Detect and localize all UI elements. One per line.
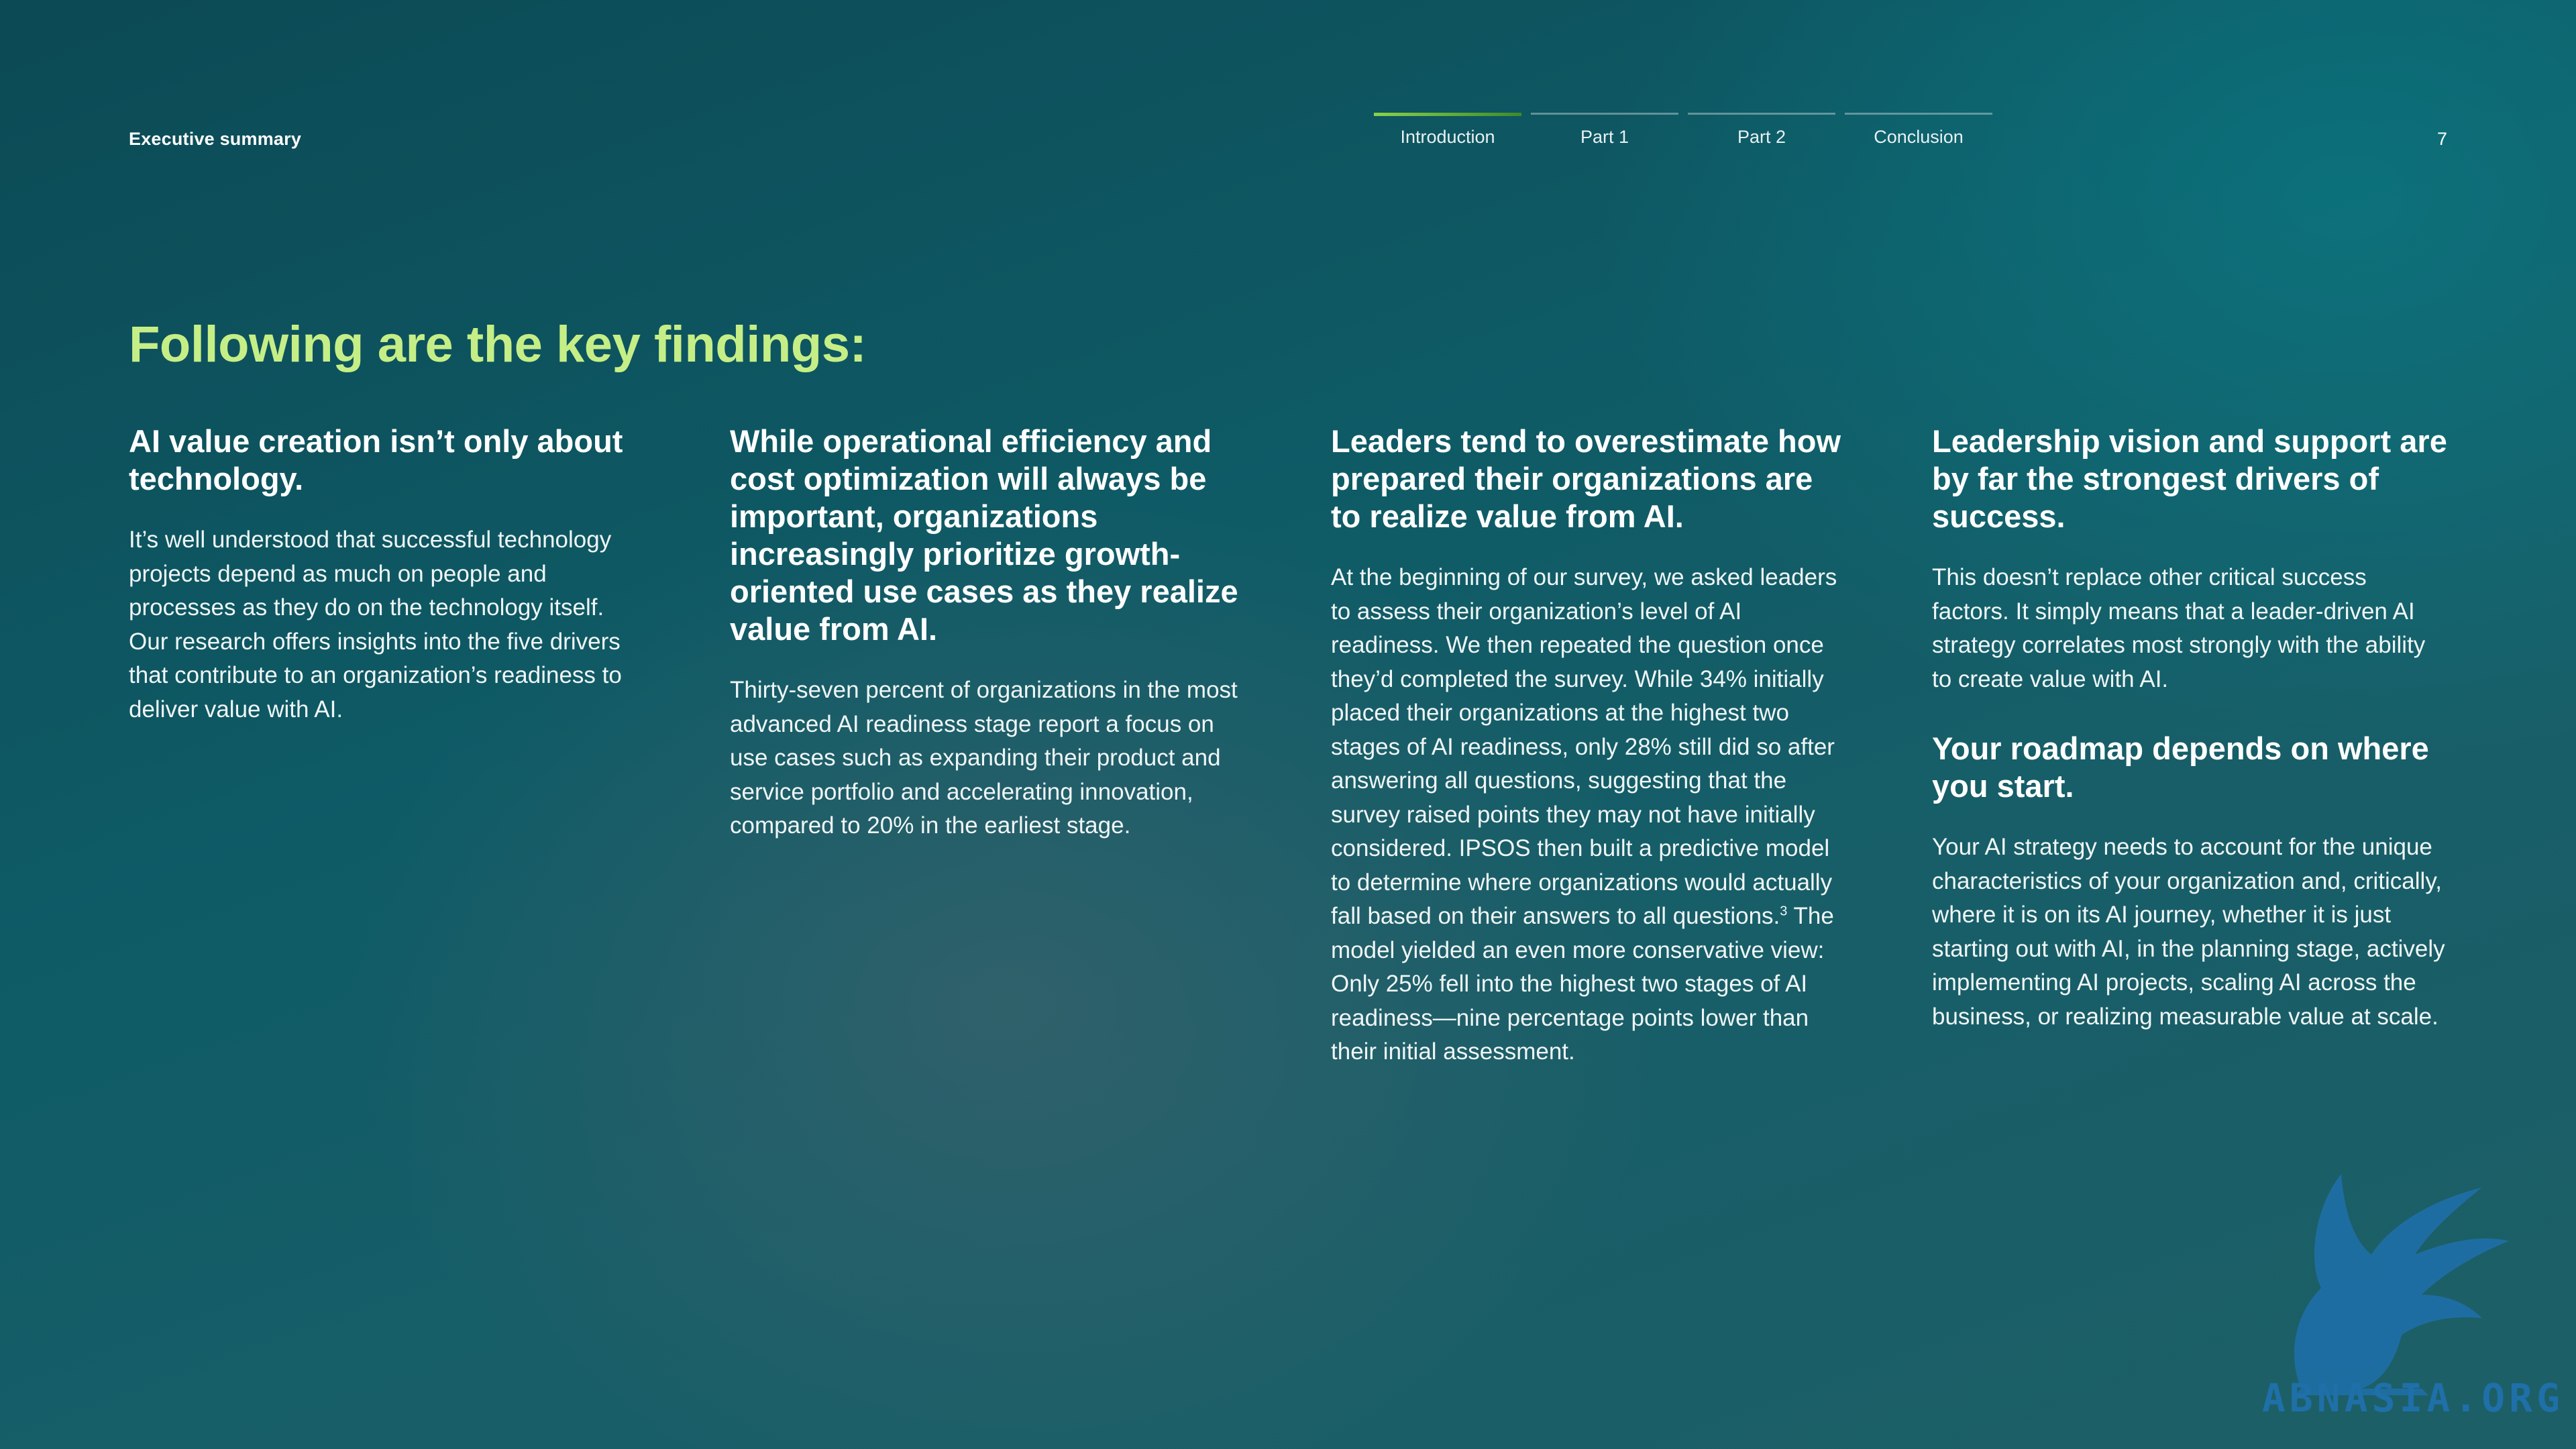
section-nav: Introduction Part 1 Part 2 Conclusion [1374, 113, 1992, 148]
finding-column-3: Leaders tend to overestimate how prepare… [1331, 423, 1847, 1069]
finding-body-part-1: At the beginning of our survey, we asked… [1331, 564, 1837, 929]
watermark-text: ABNASIA.ORG [2261, 1375, 2564, 1421]
finding-column-2: While operational efficiency and cost op… [730, 423, 1246, 843]
finding-heading: Leadership vision and support are by far… [1932, 423, 2447, 534]
finding-heading: Leaders tend to overestimate how prepare… [1331, 423, 1841, 534]
page-number: 7 [2436, 129, 2447, 149]
tab-part-2[interactable]: Part 2 [1688, 113, 1835, 148]
finding-heading: AI value creation isn’t only about techn… [129, 423, 623, 496]
finding-body: At the beginning of our survey, we asked… [1331, 561, 1847, 1069]
tab-conclusion[interactable]: Conclusion [1845, 113, 1992, 148]
finding-body: This doesn’t replace other critical succ… [1932, 564, 2426, 692]
finding-heading: While operational efficiency and cost op… [730, 423, 1238, 647]
page-title: Following are the key findings: [129, 316, 867, 373]
finding-body: It’s well understood that successful tec… [129, 527, 622, 722]
section-label: Executive summary [129, 129, 302, 149]
griffin-logo-icon [2294, 1174, 2509, 1395]
finding-column-4: Leadership vision and support are by far… [1932, 423, 2449, 1034]
finding-body: Thirty-seven percent of organizations in… [730, 677, 1238, 839]
roadmap-heading: Your roadmap depends on where you start. [1932, 731, 2429, 804]
finding-column-1: AI value creation isn’t only about techn… [129, 423, 645, 727]
tab-part-1[interactable]: Part 1 [1531, 113, 1678, 148]
footnote-marker[interactable]: 3 [1780, 904, 1787, 918]
roadmap-body: Your AI strategy needs to account for th… [1932, 834, 2445, 1030]
tab-introduction[interactable]: Introduction [1374, 113, 1521, 148]
